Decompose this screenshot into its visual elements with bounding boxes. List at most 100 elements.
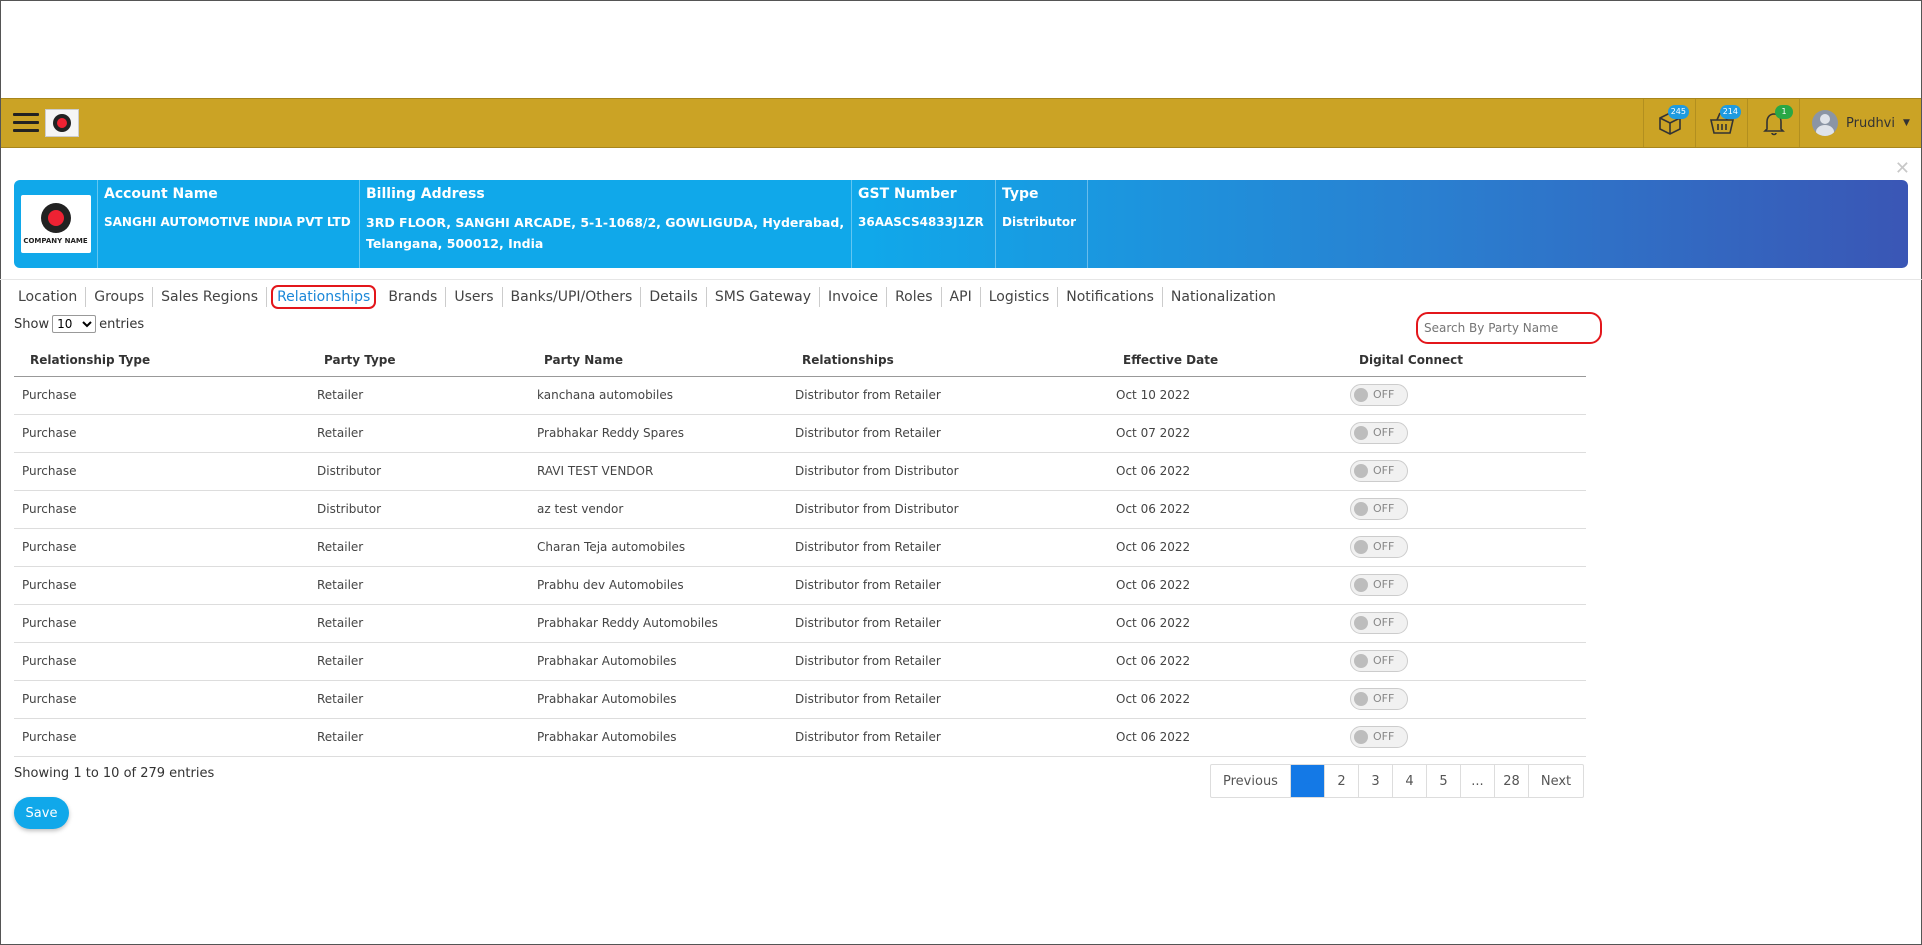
bell-icon[interactable]: 1 [1747,99,1799,147]
tab-invoice[interactable]: Invoice [820,287,888,307]
tab-notifications[interactable]: Notifications [1058,287,1163,307]
table-row: Purchase Retailer Prabhakar Automobiles Dis… [14,680,1586,719]
digital-connect-toggle[interactable]: OFF [1350,422,1408,444]
table-row: Purchase Retailer Charan Teja automobiles D… [14,528,1586,567]
toggle-label: OFF [1373,464,1395,477]
tab-groups[interactable]: Groups [86,287,154,307]
table-cell: Purchase [14,452,317,491]
chevron-down-icon: ▼ [1903,118,1910,128]
page-4-button[interactable]: 4 [1393,765,1427,797]
column-header[interactable]: Digital Connect [1352,344,1586,377]
type-label: Type [1002,186,1039,202]
hamburger-menu-icon[interactable] [13,113,39,133]
close-icon[interactable]: ✕ [1895,158,1910,179]
page-3-button[interactable]: 3 [1359,765,1393,797]
table-cell: Retailer [317,680,537,719]
tab-banks-upi-others[interactable]: Banks/UPI/Others [503,287,642,307]
tab-bar: Location Groups Sales Regions Relationships… [14,285,1284,309]
table-row: Purchase Distributor az test vendor Distrib… [14,490,1586,529]
table-cell: Distributor [317,490,537,529]
table-row: Purchase Retailer Prabhu dev Automobiles Di… [14,566,1586,605]
table-cell: Distributor from Retailer [795,414,1116,453]
table-cell: Retailer [317,376,537,415]
table-cell: Retailer [317,718,537,757]
toggle-label: OFF [1373,654,1395,667]
tab-api[interactable]: API [942,287,981,307]
table-cell: Retailer [317,414,537,453]
table-row: Purchase Distributor RAVI TEST VENDOR Distr… [14,452,1586,491]
table-cell: Purchase [14,414,317,453]
package-icon[interactable]: 245 [1643,99,1695,147]
toggle-label: OFF [1373,540,1395,553]
digital-connect-toggle[interactable]: OFF [1350,688,1408,710]
digital-connect-toggle[interactable]: OFF [1350,536,1408,558]
page-2-button[interactable]: 2 [1325,765,1359,797]
table-cell: Purchase [14,604,317,643]
digital-connect-toggle[interactable]: OFF [1350,460,1408,482]
tab-sms-gateway[interactable]: SMS Gateway [707,287,821,307]
tab-roles[interactable]: Roles [887,287,942,307]
toggle-knob [1354,502,1368,516]
column-header[interactable]: Relationship Type [14,344,317,377]
table-row: Purchase Retailer kanchana automobiles Dist… [14,376,1586,415]
tab-details[interactable]: Details [641,287,707,307]
company-emblem-icon [40,203,71,233]
digital-connect-toggle[interactable]: OFF [1350,612,1408,634]
toggle-label: OFF [1373,578,1395,591]
table-cell: OFF [1350,490,1586,529]
tab-brands[interactable]: Brands [380,287,447,307]
account-name-section: Account Name SANGHI AUTOMOTIVE INDIA PVT… [98,180,360,268]
toggle-knob [1354,388,1368,402]
gst-value: 36AASCS4833J1ZR [858,215,984,229]
page-5-button[interactable]: 5 [1427,765,1461,797]
tab-location[interactable]: Location [14,287,87,307]
user-menu[interactable]: Prudhvi ▼ [1799,99,1921,147]
tab-nationalization[interactable]: Nationalization [1163,287,1284,307]
toggle-knob [1354,692,1368,706]
digital-connect-toggle[interactable]: OFF [1350,574,1408,596]
table-cell: Oct 06 2022 [1116,490,1352,529]
column-header[interactable]: Party Type [317,344,537,377]
table-cell: Oct 06 2022 [1116,528,1352,567]
digital-connect-toggle[interactable]: OFF [1350,384,1408,406]
page-28-button[interactable]: 28 [1495,765,1529,797]
tab-logistics[interactable]: Logistics [981,287,1059,307]
digital-connect-toggle[interactable]: OFF [1350,498,1408,520]
account-name-label: Account Name [104,186,218,202]
table-cell: Prabhakar Automobiles [537,718,795,757]
column-header[interactable]: Effective Date [1116,344,1352,377]
table-cell: Oct 10 2022 [1116,376,1352,415]
digital-connect-toggle[interactable]: OFF [1350,650,1408,672]
previous-page-button[interactable]: Previous [1211,765,1291,797]
tab-sales-regions[interactable]: Sales Regions [153,287,268,307]
table-cell: Distributor from Retailer [795,642,1116,681]
search-input[interactable] [1424,321,1584,335]
table-cell: Prabhu dev Automobiles [537,566,795,605]
table-cell: Distributor from Retailer [795,566,1116,605]
digital-connect-toggle[interactable]: OFF [1350,726,1408,748]
tab-relationships[interactable]: Relationships [271,285,377,309]
type-value: Distributor [1002,215,1077,229]
table-cell: RAVI TEST VENDOR [537,452,795,491]
column-header[interactable]: Relationships [795,344,1116,377]
account-summary-card: COMPANY NAME Account Name SANGHI AUTOMOT… [14,180,1908,268]
user-name: Prudhvi [1846,115,1895,131]
table-cell: Purchase [14,680,317,719]
gst-label: GST Number [858,186,957,202]
app-logo[interactable] [45,109,79,137]
cart-icon[interactable]: 214 [1695,99,1747,147]
page-size-select[interactable]: 10 [52,315,97,333]
table-cell: OFF [1350,604,1586,643]
table-cell: Oct 06 2022 [1116,452,1352,491]
page-1-button[interactable]: 1 [1291,765,1325,797]
gst-section: GST Number 36AASCS4833J1ZR [852,180,996,268]
billing-address-line1: 3RD FLOOR, SANGHI ARCADE, 5-1-1068/2, GO… [366,215,845,230]
save-button[interactable]: Save [14,797,69,829]
table-cell: Oct 06 2022 [1116,566,1352,605]
next-page-button[interactable]: Next [1529,765,1583,797]
table-cell: Prabhakar Reddy Automobiles [537,604,795,643]
tab-users[interactable]: Users [446,287,503,307]
toggle-label: OFF [1373,692,1395,705]
column-header[interactable]: Party Name [537,344,795,377]
table-cell: OFF [1350,376,1586,415]
